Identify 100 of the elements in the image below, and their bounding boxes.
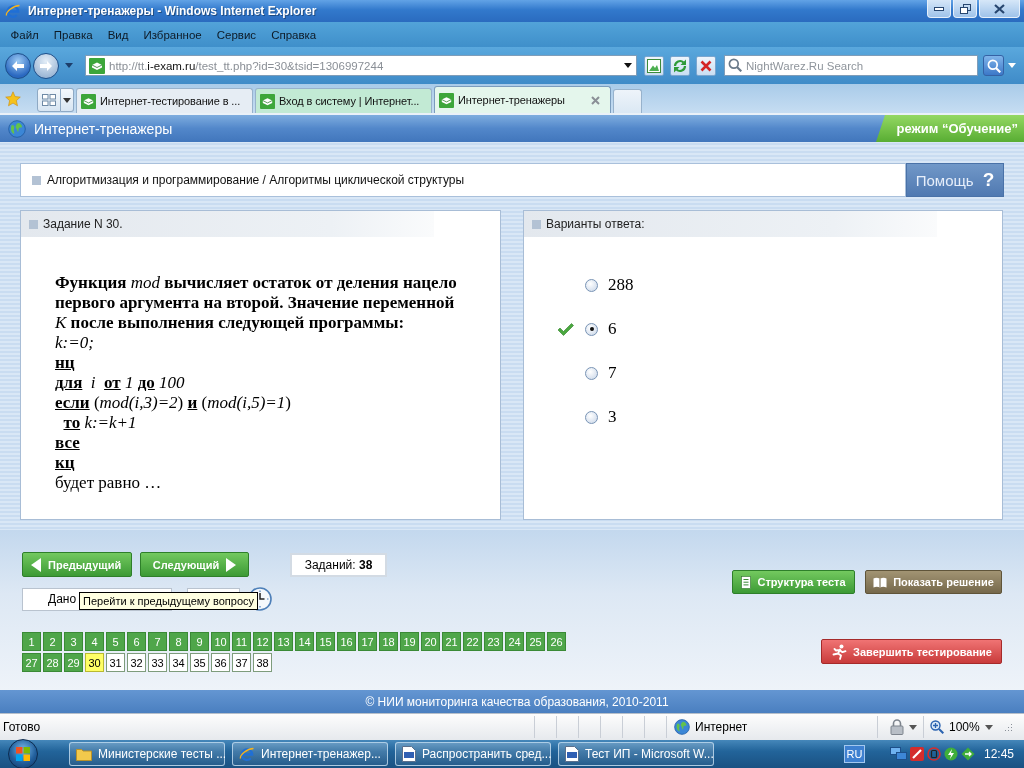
question-number-button[interactable]: 30 [85,653,104,672]
code-line: для i от 1 до 100 [55,373,185,393]
question-number-button[interactable]: 17 [358,632,377,651]
question-number-button[interactable]: 22 [463,632,482,651]
taskbar-button[interactable]: Тест ИП - Microsoft W... [558,742,714,766]
question-number-button[interactable]: 33 [148,653,167,672]
question-number-button[interactable]: 38 [253,653,272,672]
question-number-button[interactable]: 18 [379,632,398,651]
question-number-button[interactable]: 4 [85,632,104,651]
menu-item[interactable]: Правка [46,28,101,41]
back-button[interactable] [5,52,31,79]
question-number-button[interactable]: 11 [232,632,251,651]
question-number-button[interactable]: 27 [22,653,41,672]
radio-button[interactable] [585,278,598,292]
tab-list-button[interactable] [61,88,74,112]
menu-item[interactable]: Файл [3,28,47,41]
close-button[interactable] [979,0,1020,18]
question-number-button[interactable]: 37 [232,653,251,672]
question-number-button[interactable]: 12 [253,632,272,651]
document-icon [402,746,416,762]
question-number-button[interactable]: 14 [295,632,314,651]
question-number-button[interactable]: 36 [211,653,230,672]
compatibility-button[interactable] [644,55,664,76]
browser-tab[interactable]: Интернет-тестирование в ... [76,88,253,113]
question-number-button[interactable]: 10 [211,632,230,651]
question-number-button[interactable]: 19 [400,632,419,651]
search-icon [728,58,742,72]
address-field[interactable]: http://tt.i-exam.ru/test_tt.php?id=30&tsid=1306997244 [85,55,637,76]
taskbar-button[interactable]: Министерские тесты ... [69,742,225,766]
radio-button[interactable] [585,366,598,380]
previous-button[interactable]: Предыдущий [22,552,132,577]
question-number-button[interactable]: 5 [106,632,125,651]
question-number-button[interactable]: 7 [148,632,167,651]
ring-icon [926,747,941,761]
menu-item[interactable]: Вид [100,28,136,41]
question-text: Функция mod вычисляет остаток от деления нацело первого аргумента на второй. Значение переменной K после выполнения следующей программы: [55,273,458,333]
caret-icon[interactable] [984,724,993,730]
structure-button[interactable]: Структура теста [732,570,855,594]
question-number-button[interactable]: 23 [484,632,503,651]
question-number-button[interactable]: 34 [169,653,188,672]
menu-item[interactable]: Избранное [135,28,210,41]
caret-icon[interactable] [909,724,917,730]
close-tab-icon[interactable] [591,95,600,105]
caret-icon[interactable] [63,97,71,103]
next-button[interactable]: Следующий [140,552,249,577]
solution-button[interactable]: Показать решение [865,570,1002,594]
answer-option[interactable]: 7 [608,363,617,383]
question-number-button[interactable]: 26 [547,632,566,651]
radio-button[interactable] [585,322,598,336]
question-number-button[interactable]: 29 [64,653,83,672]
e-logo-icon [239,746,255,762]
help-button[interactable]: Помощь ? [906,163,1004,197]
clock: 12:45 [983,747,1014,761]
code-line: k:=0; [55,333,94,353]
restore-button[interactable] [953,0,977,18]
forward-button[interactable] [33,52,59,79]
question-ending: будет равно … [55,473,162,493]
answer-option[interactable]: 3 [608,407,617,427]
question-number-button[interactable]: 13 [274,632,293,651]
question-number-button[interactable]: 3 [64,632,83,651]
search-field[interactable]: NightWarez.Ru Search [724,55,978,76]
minimize-button[interactable] [927,0,951,18]
finish-button[interactable]: Завершить тестирование [821,639,1002,664]
question-number-button[interactable]: 21 [442,632,461,651]
question-number-button[interactable]: 24 [505,632,524,651]
question-number-button[interactable]: 20 [421,632,440,651]
menu-item[interactable]: Справка [263,28,324,41]
browser-tab[interactable]: Вход в систему | Интернет... [255,88,432,113]
question-number-button[interactable]: 32 [127,653,146,672]
menu-item[interactable]: Сервис [209,28,264,41]
stop-button[interactable] [696,55,716,76]
question-number-button[interactable]: 15 [316,632,335,651]
radio-button[interactable] [585,410,598,424]
question-number-button[interactable]: 35 [190,653,209,672]
task-heading: Задание N 30. [43,217,123,231]
question-number-button[interactable]: 1 [22,632,41,651]
browser-tab[interactable]: Интернет-тренажеры [434,86,611,113]
protected-mode-button[interactable] [890,719,917,735]
zoom-button[interactable]: 100% [930,720,993,734]
refresh-button[interactable] [670,55,690,76]
caret-icon[interactable] [624,63,632,68]
taskbar-button[interactable]: Интернет-тренажер... [232,742,388,766]
question-number-button[interactable]: 16 [337,632,356,651]
taskbar-button[interactable]: Распространить сред... [395,742,551,766]
question-number-button[interactable]: 25 [526,632,545,651]
picture-icon [647,58,661,73]
start-button[interactable] [8,739,38,768]
question-number-button[interactable]: 28 [43,653,62,672]
quick-tabs-button[interactable] [37,88,61,112]
language-indicator[interactable]: RU [843,745,865,763]
question-number-button[interactable]: 2 [43,632,62,651]
tile-icon [89,57,105,74]
question-number-button[interactable]: 8 [169,632,188,651]
question-number-button[interactable]: 9 [190,632,209,651]
answer-option[interactable]: 6 [608,319,617,339]
question-number-button[interactable]: 6 [127,632,146,651]
monitors-icon [889,747,907,761]
question-number-button[interactable]: 31 [106,653,125,672]
url-text[interactable]: http://tt.i-exam.ru/test_tt.php?id=30&tsid=1306997244 [109,59,620,72]
answer-option[interactable]: 288 [608,275,634,295]
